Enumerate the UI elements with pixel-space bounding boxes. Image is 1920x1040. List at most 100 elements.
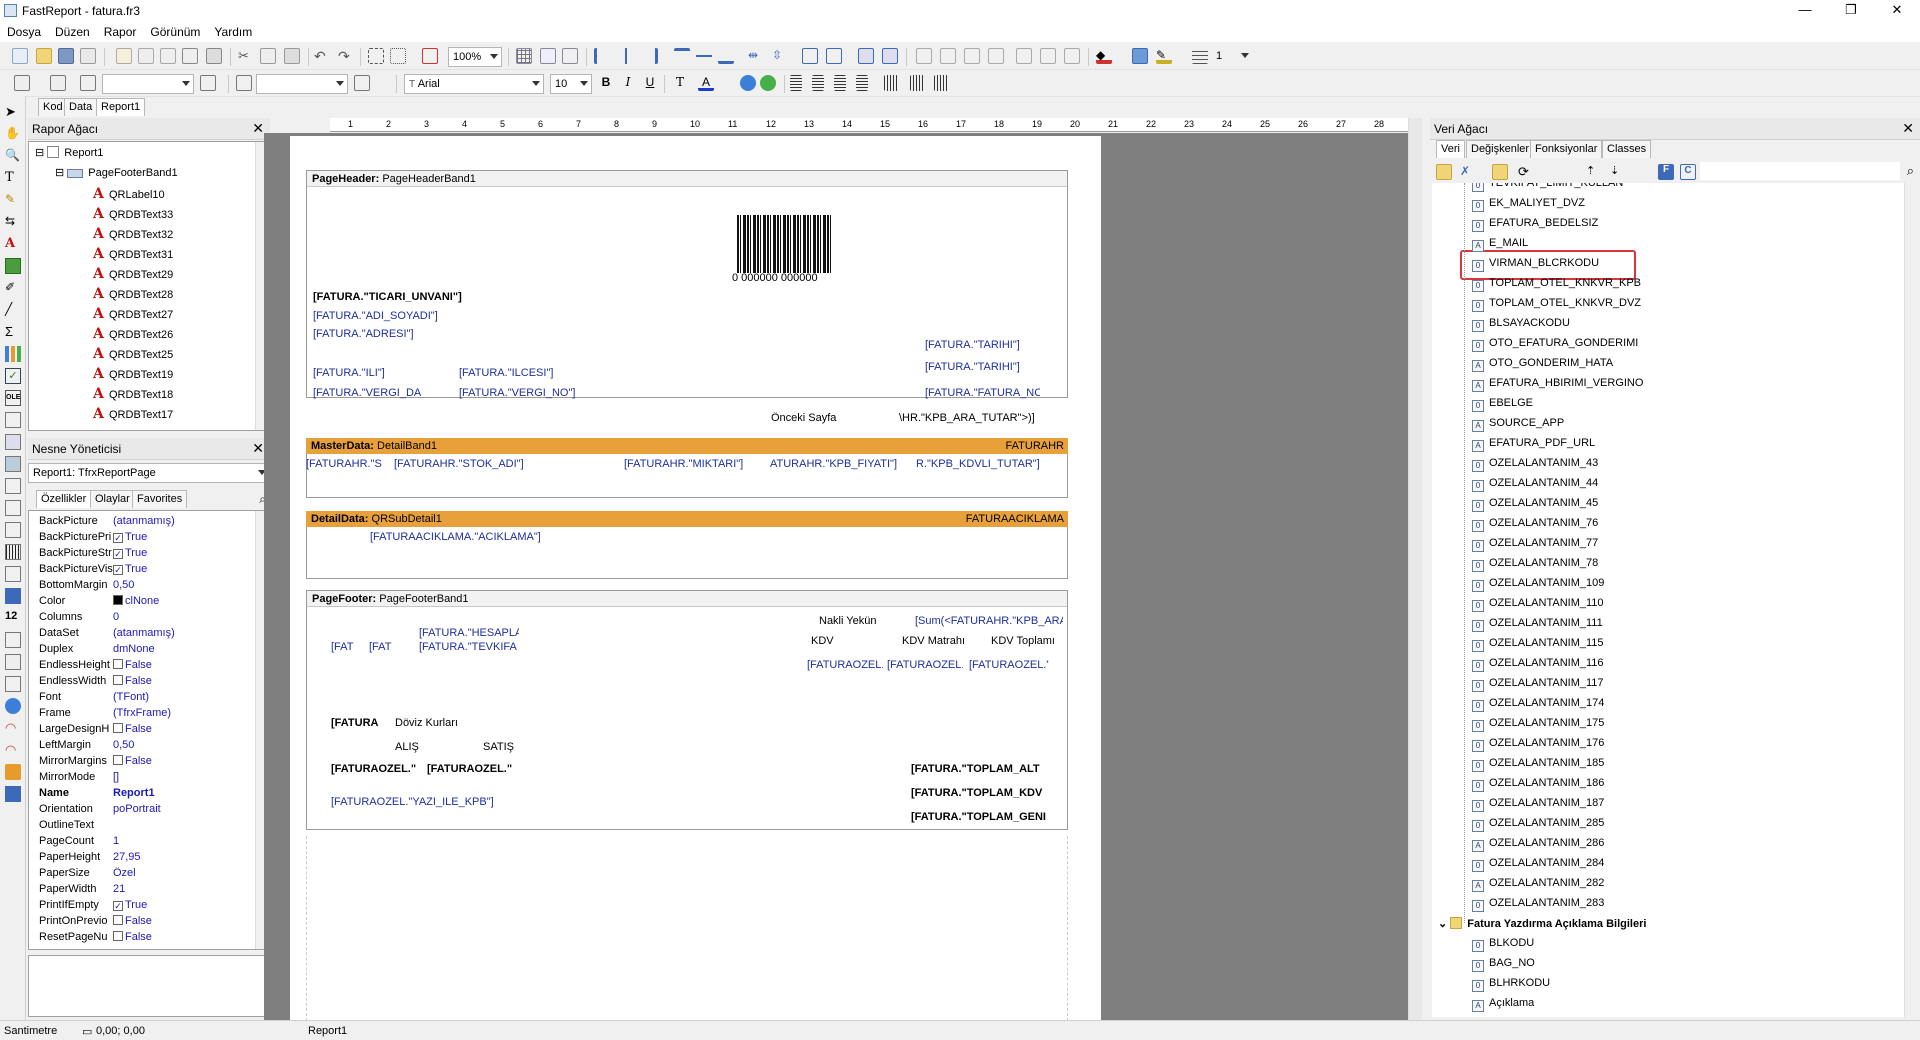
property-row[interactable]: Columns 0 (29, 611, 269, 627)
bold-icon[interactable]: B (598, 75, 614, 91)
data-field-item[interactable]: 0 EBELGE (1472, 397, 1533, 413)
tree-item[interactable]: A QRDBText19 (93, 366, 173, 382)
barcode-tool-icon[interactable] (5, 544, 21, 560)
misc-tool-icon[interactable] (5, 764, 21, 780)
hand-icon[interactable]: ✋ (5, 126, 21, 142)
data-field-item[interactable]: A EFATURA_PDF_URL (1472, 437, 1595, 453)
field-sum-kpb[interactable]: [Sum(<FATURAHR."KPB_ARA (915, 615, 1063, 629)
align-center-icon[interactable] (618, 48, 634, 64)
checkbox-icon[interactable]: ✓ (113, 549, 123, 559)
new-icon[interactable] (12, 48, 28, 64)
property-value[interactable]: [] (113, 771, 263, 783)
label-kdv[interactable]: KDV (811, 635, 851, 649)
menu-gorunum[interactable]: Görünüm (143, 22, 207, 39)
grid-icon[interactable] (516, 48, 532, 64)
text-align-right-icon[interactable] (834, 75, 846, 91)
data-field-item[interactable]: 0 BAG_NO (1472, 957, 1535, 973)
field-kpb-ara-tutar[interactable]: \HR."KPB_ARA_TUTAR">)] (899, 412, 1041, 426)
field-sira[interactable]: [FATURAHR."S (306, 458, 388, 472)
menu-dosya[interactable]: Dosya (0, 22, 48, 39)
property-row[interactable]: MirrorMode [] (29, 771, 269, 787)
tree-item[interactable]: A QRDBText18 (93, 386, 173, 402)
data-tree-scrollbar[interactable] (1904, 183, 1918, 1017)
db-crosstab-tool-icon[interactable] (5, 456, 21, 472)
find-icon[interactable] (206, 48, 222, 64)
data-field-item[interactable]: 0 OZELALANTANIM_77 (1472, 537, 1598, 553)
checkbox-icon[interactable] (113, 931, 123, 941)
gauge2-tool-icon[interactable]: ◠ (5, 742, 21, 758)
property-value[interactable]: ✓ True (113, 563, 263, 575)
data-band-icon[interactable] (14, 75, 30, 91)
globe-tool-icon[interactable] (5, 698, 21, 714)
data-field-item[interactable]: A E_MAIL (1472, 237, 1528, 253)
same-height-icon[interactable] (882, 48, 898, 64)
property-value[interactable]: (atanmamış) (113, 515, 263, 527)
collapse-icon[interactable]: ⌄ (1438, 918, 1450, 930)
menu-rapor[interactable]: Rapor (97, 22, 144, 39)
gauge-tool-icon[interactable]: ◠ (5, 720, 21, 736)
property-value[interactable]: 1 (113, 835, 263, 847)
same-width-icon[interactable] (858, 48, 874, 64)
tree-item-band[interactable]: ⊟ PageFooterBand1 (55, 166, 178, 182)
undo-icon[interactable]: ↶ (314, 48, 330, 64)
line-width-combo[interactable]: 1 (1212, 47, 1252, 67)
data-field-item[interactable]: 0 OZELALANTANIM_44 (1472, 477, 1598, 493)
property-row[interactable]: BottomMargin 0,50 (29, 579, 269, 595)
data-field-item[interactable]: 0 OZELALANTANIM_45 (1472, 497, 1598, 513)
data-group-item[interactable]: ⌄ Fatura Yazdırma Açıklama Bilgileri (1438, 917, 1646, 933)
data-field-item[interactable]: 0 OZELALANTANIM_283 (1472, 897, 1604, 913)
property-row[interactable]: Name Report1 (29, 787, 269, 803)
field-fatura-no[interactable]: [FATURA."FATURA_NC (925, 387, 1040, 401)
property-row[interactable]: PaperSize Özel (29, 867, 269, 883)
close-icon[interactable]: ✕ (1902, 120, 1914, 137)
richtext-tool-icon[interactable] (5, 412, 21, 428)
tab-veri[interactable]: Veri (1436, 140, 1465, 158)
redo-icon[interactable]: ↷ (338, 48, 354, 64)
text-align-center-icon[interactable] (812, 75, 824, 91)
detail-data-band[interactable]: DetailData: QRSubDetail1 FATURAACIKLAMA [… (306, 511, 1068, 579)
property-row[interactable]: BackPicturePri ✓ True (29, 531, 269, 547)
tab-favorites[interactable]: Favorites (132, 490, 188, 508)
data-field-item[interactable]: 0 OZELALANTANIM_76 (1472, 517, 1598, 533)
field-tarihi-2[interactable]: [FATURA."TARIHI"] (925, 361, 1040, 375)
field-fat-2[interactable]: [FAT (369, 641, 395, 655)
space-v-icon[interactable]: ⇳ (772, 48, 788, 64)
data-field-item[interactable]: 0 TOPLAM_OTEL_KNKVR_DVZ (1472, 297, 1641, 313)
field-hesapla[interactable]: [FATURA."HESAPLA (419, 627, 519, 641)
refresh-icon[interactable]: ⟳ (1518, 164, 1534, 180)
align-middle-icon[interactable] (696, 48, 712, 64)
shadow-icon[interactable] (1064, 48, 1080, 64)
checkbox-icon[interactable]: ✓ (113, 901, 123, 911)
line-tool-icon[interactable]: ╱ (5, 302, 21, 318)
field-faturaozel-2[interactable]: [FATURAOZEL.' (887, 659, 963, 673)
property-value[interactable]: (atanmamış) (113, 627, 263, 639)
label-doviz-kurlari[interactable]: Döviz Kurları (395, 717, 515, 731)
field-adresi[interactable]: [FATURA."ADRESI"] (313, 328, 513, 342)
frame-top-icon[interactable] (940, 48, 956, 64)
data-field-item[interactable]: 0 OTO_EFATURA_GONDERIMI (1472, 337, 1638, 353)
data-field-item[interactable]: 0 EFATURA_BEDELSIZ (1472, 217, 1598, 233)
property-row[interactable]: LeftMargin 0,50 (29, 739, 269, 755)
add-variable-icon[interactable]: ✗ (1460, 164, 1476, 180)
preview-icon[interactable] (182, 48, 198, 64)
field-fat-1[interactable]: [FAT (331, 641, 357, 655)
fit-grid-icon[interactable] (562, 48, 578, 64)
property-value[interactable]: ✓ True (113, 899, 263, 911)
data-field-item[interactable]: 0 OZELALANTANIM_116 (1472, 657, 1604, 673)
frame-left-icon[interactable] (988, 48, 1004, 64)
italic-icon[interactable]: I (620, 75, 636, 91)
property-value[interactable]: False (113, 659, 263, 671)
data-field-item[interactable]: 0 OZELALANTANIM_43 (1472, 457, 1598, 473)
field-mode-icon[interactable]: F (1658, 164, 1674, 180)
style-icon[interactable] (80, 75, 96, 91)
edit-datasource-icon[interactable] (1492, 164, 1508, 180)
group-icon[interactable] (368, 48, 384, 64)
tree-item[interactable]: A QRLabel10 (93, 186, 165, 202)
tree-item-report1[interactable]: ⊟ Report1 (35, 146, 103, 162)
align-left-icon[interactable] (594, 48, 610, 64)
property-row[interactable]: PaperHeight 27,95 (29, 851, 269, 867)
field-tevkifat[interactable]: [FATURA."TEVKIFA (419, 641, 519, 655)
data-field-item[interactable]: 0 OZELALANTANIM_109 (1472, 577, 1604, 593)
new-page-icon[interactable] (116, 48, 132, 64)
copy-icon[interactable] (260, 48, 276, 64)
